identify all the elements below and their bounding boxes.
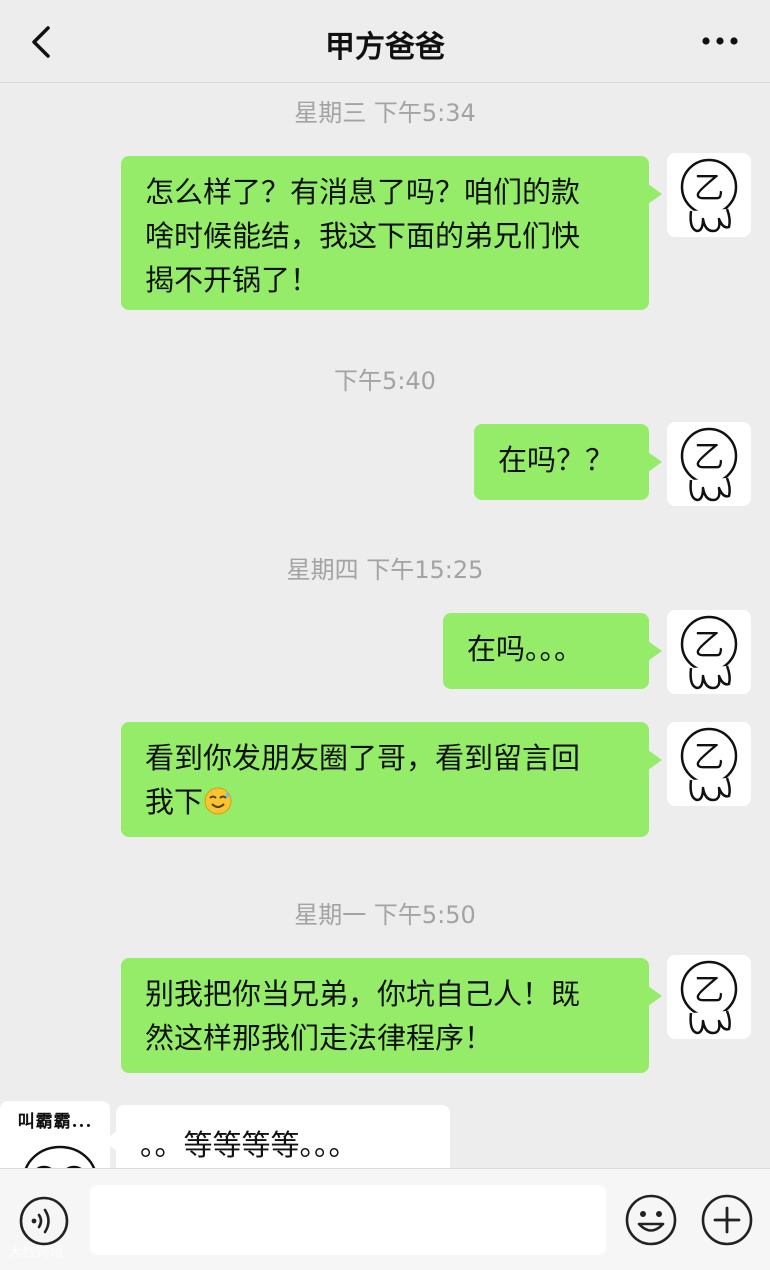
message-text: 。。等等等等。。。	[140, 1128, 358, 1162]
message-line: 看到你发朋友圈了哥，看到留言回	[145, 741, 581, 775]
svg-text:乙: 乙	[694, 440, 724, 475]
message-bubble-outgoing[interactable]: 怎么样了？有消息了吗？咱们的款 啥时候能结，我这下面的弟兄们快 揭不开锅了！	[121, 156, 662, 310]
message-text: 在吗？？	[498, 443, 615, 477]
avatar-figure-icon: 乙	[680, 615, 738, 690]
timestamp: 星期四 下午15:25	[286, 556, 484, 584]
message-line: 啥时候能结，我这下面的弟兄们快	[145, 219, 581, 253]
timestamp: 星期三 下午5:34	[294, 99, 476, 127]
message-line-text: 我下	[145, 785, 204, 819]
avatar[interactable]: 乙	[667, 422, 751, 506]
contact-avatar[interactable]: 叫霸霸...	[0, 1101, 110, 1168]
avatar-figure-icon: 乙	[680, 727, 738, 802]
message-bubble-outgoing[interactable]: 在吗？？	[474, 424, 662, 500]
input-bar: 大数跨境	[0, 1168, 770, 1270]
timestamp: 星期一 下午5:50	[294, 901, 476, 929]
plus-icon[interactable]	[700, 1193, 754, 1247]
svg-text:乙: 乙	[694, 973, 724, 1008]
chat-header: 甲方爸爸	[0, 0, 770, 83]
message-bubble-outgoing[interactable]: 看到你发朋友圈了哥，看到留言回 我下	[121, 722, 662, 837]
avatar[interactable]: 乙	[667, 153, 751, 237]
avatar-figure-icon: 乙	[680, 960, 738, 1035]
svg-text:乙: 乙	[694, 740, 724, 775]
watermark: 大数跨境	[8, 1245, 64, 1261]
message-text: 在吗。。。	[467, 632, 584, 666]
timestamp: 下午5:40	[334, 367, 436, 395]
message-bubble-outgoing[interactable]: 别我把你当兄弟，你坑自己人！既 然这样那我们走法律程序！	[121, 958, 662, 1073]
emoji-smile-icon[interactable]	[624, 1193, 678, 1247]
message-bubble-outgoing[interactable]: 在吗。。。	[443, 613, 662, 689]
message-line: 然这样那我们走法律程序！	[145, 1021, 494, 1055]
message-line: 我下	[145, 780, 625, 824]
message-line: 别我把你当兄弟，你坑自己人！既	[145, 977, 581, 1011]
message-bubble-incoming[interactable]: 。。等等等等。。。	[103, 1105, 450, 1168]
avatar[interactable]: 乙	[667, 610, 751, 694]
chat-title: 甲方爸爸	[325, 30, 445, 65]
avatar-figure-icon: 乙	[680, 427, 738, 502]
face-icon	[24, 1145, 96, 1168]
message-line: 揭不开锅了！	[145, 263, 320, 297]
sweat-smile-emoji	[204, 787, 232, 815]
more-dots-icon[interactable]	[700, 26, 740, 56]
message-input[interactable]	[90, 1185, 606, 1255]
avatar[interactable]: 乙	[667, 955, 751, 1039]
avatar-figure-icon: 乙	[680, 158, 738, 233]
message-line: 怎么样了？有消息了吗？咱们的款	[145, 175, 581, 209]
message-list[interactable]: 星期三 下午5:34 怎么样了？有消息了吗？咱们的款 啥时候能结，我这下面的弟兄…	[0, 83, 770, 1168]
svg-text:乙: 乙	[694, 171, 724, 206]
voice-icon[interactable]	[18, 1195, 70, 1247]
avatar[interactable]: 乙	[667, 722, 751, 806]
svg-text:乙: 乙	[694, 628, 724, 663]
avatar-caption: 叫霸霸...	[17, 1112, 93, 1132]
